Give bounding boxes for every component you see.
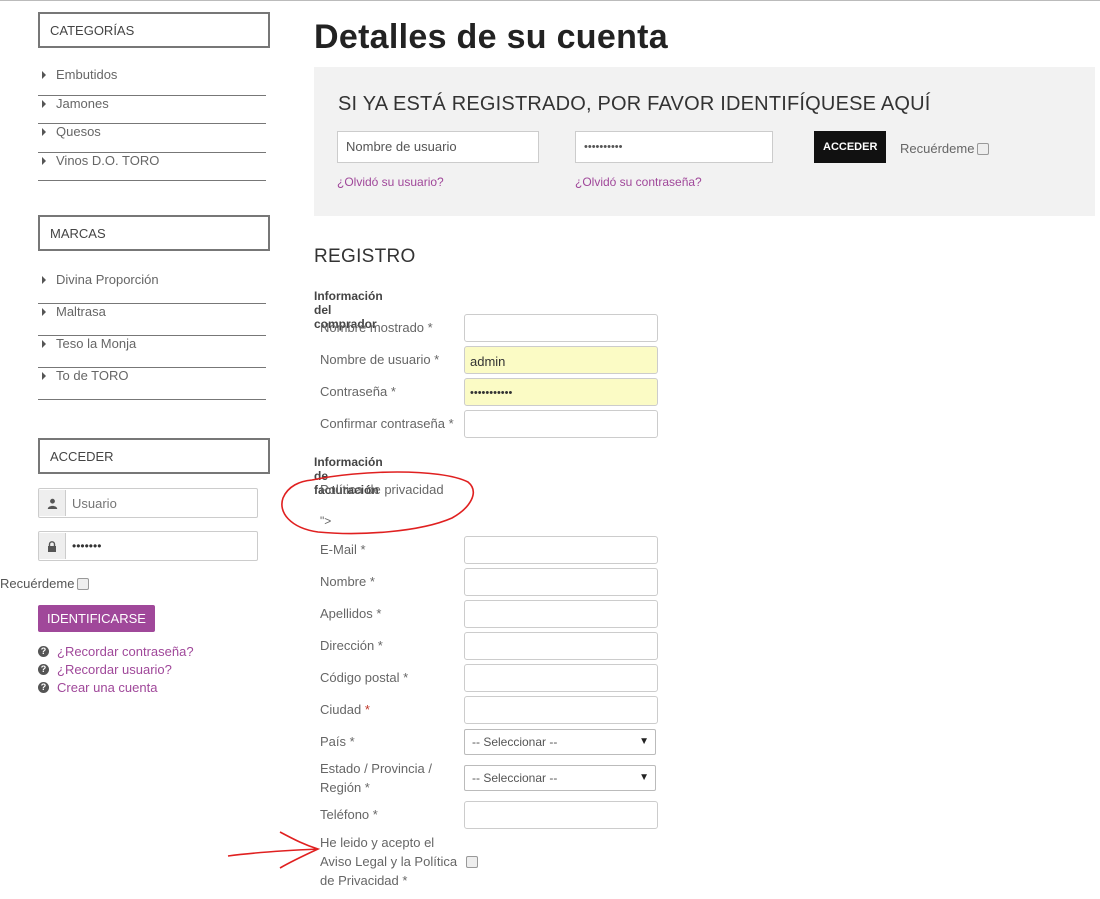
category-item[interactable]: Quesos — [38, 124, 266, 153]
caret-right-icon — [42, 372, 46, 380]
postal-code-label: Código postal * — [320, 670, 409, 685]
category-item[interactable]: Jamones — [38, 96, 266, 124]
display-name-label: Nombre mostrado * — [320, 320, 433, 335]
city-label: Ciudad * — [320, 702, 370, 717]
stray-text: "> — [320, 514, 332, 528]
sidebar-password-input[interactable]: ••••••• — [66, 539, 101, 553]
caret-down-icon: ▼ — [639, 736, 649, 747]
categories-title: CATEGORÍAS — [38, 12, 270, 48]
caret-right-icon — [42, 128, 46, 136]
login-panel: SI YA ESTÁ REGISTRADO, POR FAVOR IDENTIF… — [314, 67, 1095, 216]
required-mark: * — [364, 702, 370, 717]
phone-input[interactable] — [464, 801, 658, 829]
caret-right-icon — [42, 308, 46, 316]
panel-remember-checkbox[interactable] — [977, 142, 990, 155]
panel-login-button[interactable]: ACCEDER — [814, 131, 887, 163]
address-label: Dirección * — [320, 638, 383, 653]
categories-menu: Embutidos Jamones Quesos Vinos D.O. TORO — [38, 67, 266, 181]
caret-right-icon — [42, 156, 46, 165]
login-panel-title: SI YA ESTÁ REGISTRADO, POR FAVOR IDENTIF… — [338, 93, 931, 115]
brand-item[interactable]: Maltrasa — [38, 304, 266, 336]
first-name-label: Nombre * — [320, 574, 375, 589]
sidebar-username-input[interactable] — [66, 494, 254, 512]
last-name-input[interactable] — [464, 600, 658, 628]
page-title: Detalles de su cuenta — [314, 18, 668, 56]
annotation-arrow — [227, 831, 321, 869]
category-item[interactable]: Vinos D.O. TORO — [38, 153, 266, 181]
email-label: E-Mail * — [320, 542, 366, 557]
terms-label: He leido y acepto el Aviso Legal y la Pol… — [320, 835, 458, 888]
question-circle-icon: ? — [38, 663, 49, 675]
forgot-password-link[interactable]: ¿Olvidó su contraseña? — [575, 175, 702, 189]
top-border — [0, 0, 1100, 1]
privacy-policy-label: Política de privacidad — [320, 482, 444, 497]
terms-checkbox[interactable] — [466, 856, 478, 868]
phone-label: Teléfono * — [320, 807, 378, 822]
question-circle-icon: ? — [38, 681, 49, 693]
postal-code-input[interactable] — [464, 664, 658, 692]
panel-remember-label: Recuérdeme — [900, 141, 975, 156]
password-input[interactable]: ••••••••••• — [464, 378, 658, 406]
caret-right-icon — [42, 71, 46, 79]
forgot-username-link[interactable]: ¿Olvidó su usuario? — [337, 175, 444, 189]
brands-menu: Divina Proporción Maltrasa Teso la Monja… — [38, 272, 266, 400]
caret-down-icon: ▼ — [639, 772, 649, 783]
last-name-label: Apellidos * — [320, 606, 382, 621]
panel-password-input[interactable]: •••••••••• — [575, 131, 773, 163]
country-label: País * — [320, 734, 355, 749]
identify-button[interactable]: IDENTIFICARSE — [38, 605, 155, 632]
username-label: Nombre de usuario * — [320, 352, 440, 367]
country-select[interactable]: -- Seleccionar -- ▼ — [464, 729, 656, 755]
password-label: Contraseña * — [320, 384, 396, 399]
state-label: Estado / Provincia / Región * — [320, 761, 432, 795]
sidebar-remember-label: Recuérdeme — [0, 576, 75, 591]
lock-icon — [39, 533, 66, 559]
question-circle-icon: ? — [38, 645, 49, 657]
caret-right-icon — [42, 340, 46, 348]
login-title: ACCEDER — [38, 438, 270, 474]
brand-item[interactable]: To de TORO — [38, 368, 266, 400]
recover-password-link[interactable]: ? ¿Recordar contraseña? — [38, 642, 270, 660]
sidebar-remember-checkbox[interactable] — [77, 577, 90, 590]
username-input[interactable]: admin — [464, 346, 658, 374]
brand-item[interactable]: Divina Proporción — [38, 272, 266, 304]
sidebar: CATEGORÍAS Embutidos Jamones Quesos Vino… — [0, 12, 270, 696]
sidebar-username-field[interactable] — [38, 488, 258, 518]
registration-title: REGISTRO — [314, 246, 416, 267]
first-name-input[interactable] — [464, 568, 658, 596]
create-account-link[interactable]: ? Crear una cuenta — [38, 678, 270, 696]
category-item[interactable]: Embutidos — [38, 67, 266, 96]
display-name-input[interactable] — [464, 314, 658, 342]
city-input[interactable] — [464, 696, 658, 724]
confirm-password-label: Confirmar contraseña * — [320, 416, 454, 431]
brand-item[interactable]: Teso la Monja — [38, 336, 266, 368]
brands-title: MARCAS — [38, 215, 270, 251]
confirm-password-input[interactable] — [464, 410, 658, 438]
user-icon — [39, 490, 66, 516]
caret-right-icon — [42, 276, 46, 284]
email-input[interactable] — [464, 536, 658, 564]
sidebar-password-field[interactable]: ••••••• — [38, 531, 258, 561]
panel-username-input[interactable]: Nombre de usuario — [337, 131, 539, 163]
address-input[interactable] — [464, 632, 658, 660]
caret-right-icon — [42, 99, 46, 108]
panel-remember: Recuérdeme — [900, 141, 990, 156]
state-select[interactable]: -- Seleccionar -- ▼ — [464, 765, 656, 791]
sidebar-remember: Recuérdeme — [0, 576, 270, 591]
recover-username-link[interactable]: ? ¿Recordar usuario? — [38, 660, 270, 678]
